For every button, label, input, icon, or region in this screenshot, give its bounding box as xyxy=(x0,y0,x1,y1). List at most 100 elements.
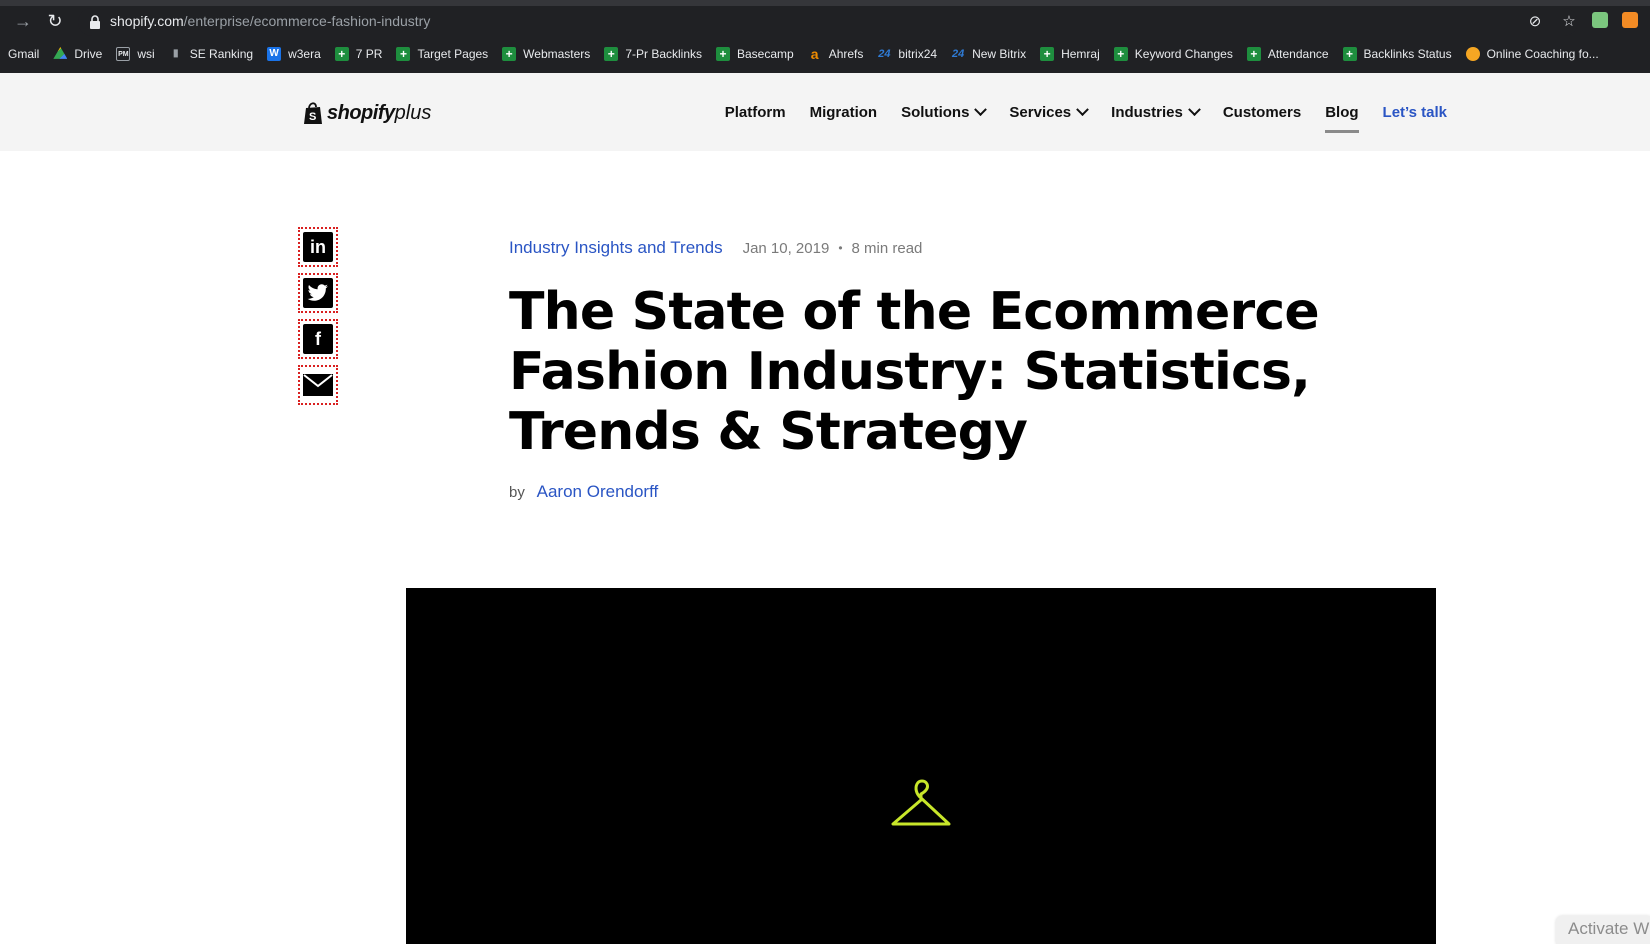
hero-image xyxy=(406,588,1436,944)
envelope-glyph xyxy=(303,374,333,396)
bookmark-w-icon: W xyxy=(267,47,282,61)
bookmark-label: Hemraj xyxy=(1061,47,1100,61)
bookmark-green-icon xyxy=(1246,47,1261,61)
nav-item-blog[interactable]: Blog xyxy=(1325,97,1359,133)
bookmark-item[interactable]: Basecamp xyxy=(716,47,794,61)
extension-icons xyxy=(1592,12,1638,28)
bookmark-item[interactable]: Target Pages xyxy=(396,47,488,61)
bookmark-green-icon xyxy=(396,47,411,61)
url-text[interactable]: shopify.com/enterprise/ecommerce-fashion… xyxy=(110,13,430,29)
bookmark-item[interactable]: Drive xyxy=(53,47,102,61)
bookmark-item[interactable]: Gmail xyxy=(8,47,39,61)
windows-activation-watermark: Activate W xyxy=(1556,916,1650,944)
bookmark-item[interactable]: Backlinks Status xyxy=(1342,47,1452,61)
bookmark-pm-icon: PM xyxy=(116,47,131,61)
bookmark-item[interactable]: Online Coaching fo... xyxy=(1465,47,1599,61)
byline: by Aaron Orendorff xyxy=(509,482,658,502)
bookmark-label: Attendance xyxy=(1267,47,1329,61)
facebook-icon: f xyxy=(303,324,333,354)
bookmark-item[interactable]: 7-Pr Backlinks xyxy=(604,47,702,61)
nav-item-industries[interactable]: Industries xyxy=(1111,97,1201,127)
read-time: 8 min read xyxy=(851,239,923,257)
share-twitter-button[interactable] xyxy=(298,273,338,313)
svg-text:S: S xyxy=(309,111,316,123)
back-arrow-icon[interactable]: → xyxy=(12,10,34,32)
lock-icon xyxy=(90,15,100,29)
extension-icon[interactable] xyxy=(1622,12,1638,28)
nav-label: Migration xyxy=(809,103,878,121)
nav-label: Services xyxy=(1009,103,1072,121)
main-navigation: Platform Migration Solutions Services Indust… xyxy=(725,73,1650,151)
twitter-icon xyxy=(303,278,333,308)
url-host: shopify.com xyxy=(110,13,184,29)
bookmark-label: Gmail xyxy=(8,47,40,61)
bookmark-item[interactable]: Keyword Changes xyxy=(1113,47,1233,61)
linkedin-glyph: in xyxy=(310,236,326,257)
bookmark-b24-icon: 24 xyxy=(878,48,891,60)
bookmark-label: Drive xyxy=(74,47,103,61)
bookmarks-bar: Gmail Drive PM wsi ▮ SE Ranking Ww3era 7 PR Targ… xyxy=(0,42,1605,66)
chevron-down-icon xyxy=(974,102,988,116)
browser-chrome: → ↻ shopify.com/enterprise/ecommerce-fas… xyxy=(0,0,1650,73)
publish-date: Jan 10, 2019 xyxy=(742,239,830,257)
share-email-button[interactable] xyxy=(298,365,338,405)
nav-item-customers[interactable]: Customers xyxy=(1223,97,1301,127)
reload-icon[interactable]: ↻ xyxy=(44,10,66,32)
bookmark-item[interactable]: Ww3era xyxy=(267,47,321,61)
bookmark-item[interactable]: Webmasters xyxy=(502,47,590,61)
lets-talk-link[interactable]: Let’s talk xyxy=(1383,97,1447,127)
site-header: S shopify plus Platform Migration Solutions… xyxy=(0,73,1650,151)
bookmark-green-icon xyxy=(502,47,517,61)
activation-text: Activate W xyxy=(1568,919,1650,938)
bookmark-bars-icon: ▮ xyxy=(172,48,179,59)
share-linkedin-button[interactable]: in xyxy=(298,227,338,267)
bookmark-item[interactable]: a Ahrefs xyxy=(808,47,864,61)
bookmark-item[interactable]: PM wsi xyxy=(116,47,155,61)
bookmark-item[interactable]: 24 bitrix24 xyxy=(877,47,937,61)
star-icon[interactable]: ☆ xyxy=(1560,12,1578,30)
linkedin-icon: in xyxy=(303,232,333,262)
nav-label: Industries xyxy=(1111,103,1183,121)
hanger-icon xyxy=(891,779,951,826)
eye-off-icon[interactable]: ⊘ xyxy=(1526,12,1544,30)
bookmark-label: w3era xyxy=(288,47,321,61)
bookmark-green-icon xyxy=(604,47,619,61)
meta-separator: • xyxy=(838,241,843,255)
chevron-down-icon xyxy=(1076,102,1090,116)
bookmark-item[interactable]: 7 PR xyxy=(334,47,383,61)
bookmark-item[interactable]: ▮ SE Ranking xyxy=(169,47,253,61)
bookmark-label: 7 PR xyxy=(355,47,383,61)
shopping-bag-icon: S xyxy=(304,102,322,124)
bookmark-label: SE Ranking xyxy=(189,47,254,61)
nav-label: Customers xyxy=(1222,103,1302,121)
share-facebook-button[interactable]: f xyxy=(298,319,338,359)
nav-label: Platform xyxy=(724,103,786,121)
article-title: The State of the Ecommerce Fashion Indus… xyxy=(509,282,1320,462)
extension-icon[interactable] xyxy=(1592,12,1608,28)
bookmark-label: 7-Pr Backlinks xyxy=(625,47,702,61)
category-link[interactable]: Industry Insights and Trends xyxy=(509,238,723,258)
bookmark-green-icon xyxy=(1040,47,1055,61)
bookmark-item[interactable]: Hemraj xyxy=(1040,47,1100,61)
twitter-bird-glyph xyxy=(307,284,328,301)
nav-item-platform[interactable]: Platform xyxy=(725,97,786,127)
bookmark-item[interactable]: Attendance xyxy=(1246,47,1329,61)
bookmark-label: Online Coaching fo... xyxy=(1486,47,1599,61)
shopify-plus-logo[interactable]: S shopify plus xyxy=(303,101,431,125)
bookmark-item[interactable]: 24 New Bitrix xyxy=(951,47,1026,61)
address-bar[interactable]: shopify.com/enterprise/ecommerce-fashion… xyxy=(78,8,1578,36)
share-buttons: in f xyxy=(298,227,338,411)
bookmark-label: Basecamp xyxy=(737,47,794,61)
omnibox-actions: ⊘ ☆ xyxy=(1526,12,1578,30)
bookmark-b24-icon: 24 xyxy=(951,48,965,60)
facebook-glyph: f xyxy=(315,328,321,349)
author-link[interactable]: Aaron Orendorff xyxy=(537,482,659,501)
chevron-down-icon xyxy=(1187,102,1201,116)
nav-item-services[interactable]: Services xyxy=(1009,97,1090,127)
bookmark-label: Target Pages xyxy=(417,47,489,61)
bookmark-green-icon xyxy=(334,47,349,61)
nav-item-migration[interactable]: Migration xyxy=(810,97,878,127)
url-path: /enterprise/ecommerce-fashion-industry xyxy=(183,13,431,29)
bookmark-label: Webmasters xyxy=(523,47,591,61)
nav-item-solutions[interactable]: Solutions xyxy=(901,97,988,127)
